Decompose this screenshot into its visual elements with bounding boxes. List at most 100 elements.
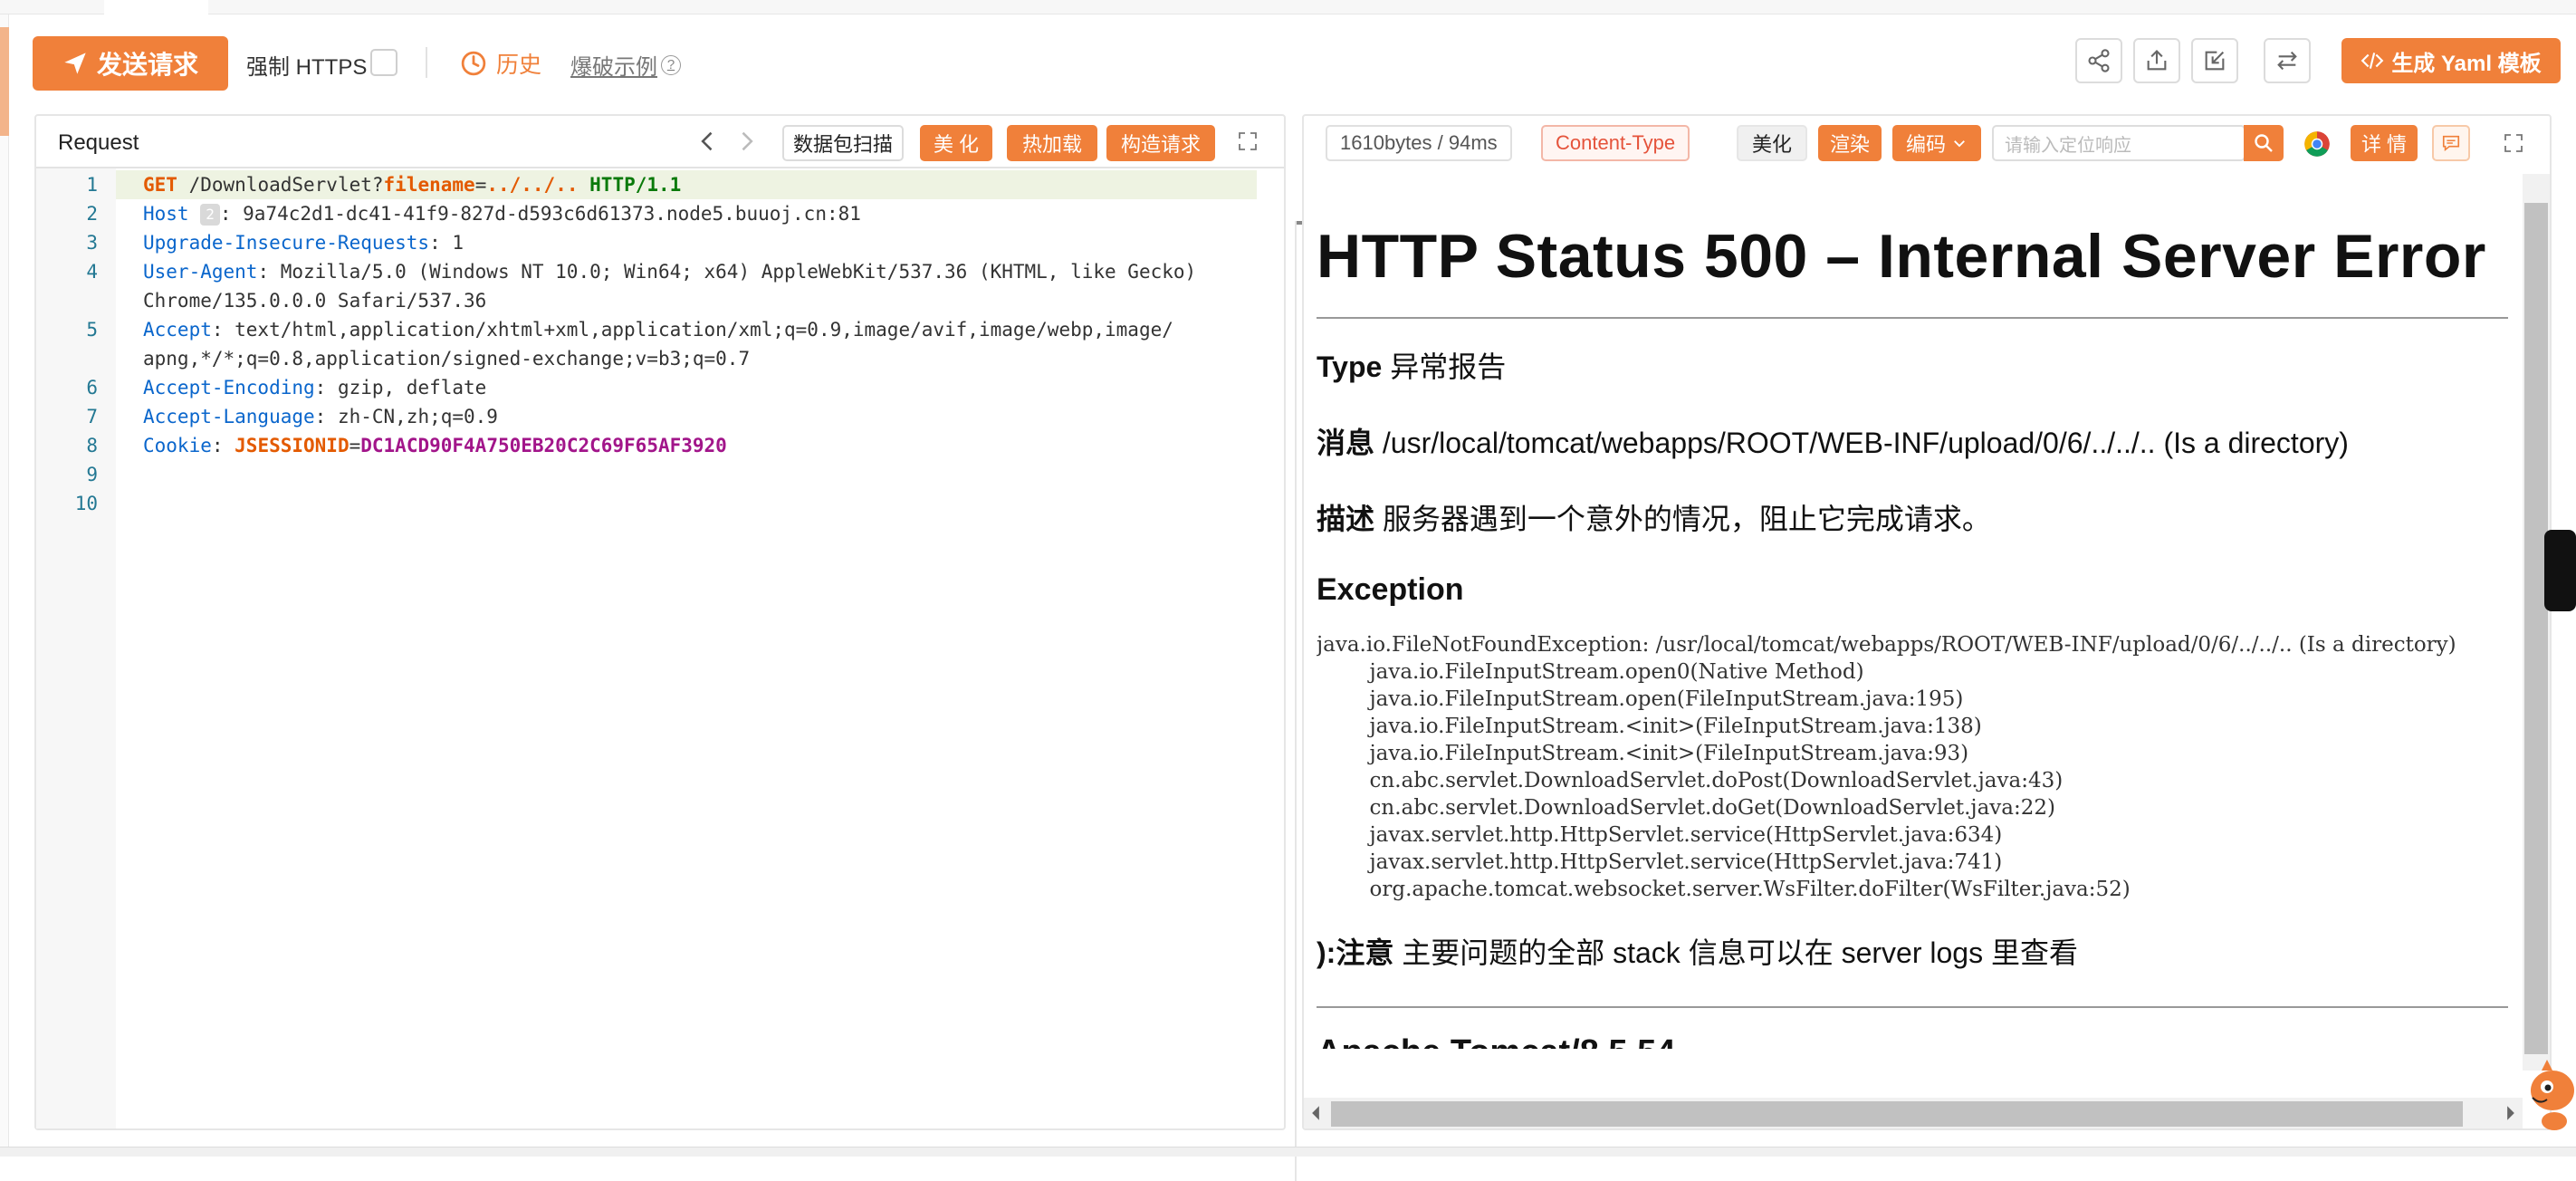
note-row: ):注意 主要问题的全部 stack 信息可以在 server logs 里查看: [1317, 930, 2521, 972]
render-button[interactable]: 渲染: [1818, 125, 1882, 161]
request-panel: Request 数据包扫描 美 化 热加载 构造请求 1 2 3 4 5 6 7…: [34, 114, 1320, 1181]
horizontal-scrollbar-thumb[interactable]: [1331, 1101, 2463, 1127]
response-panel: 1610bytes / 94ms Content-Type 美化 渲染 编码 请…: [1302, 114, 2552, 1130]
header-key: Accept-Language: [143, 406, 315, 427]
message-value: /usr/local/tomcat/webapps/ROOT/WEB-INF/u…: [1374, 427, 2349, 459]
comment-button[interactable]: [2432, 125, 2470, 161]
left-side-strip: [0, 14, 9, 1147]
chevron-left-icon[interactable]: [695, 129, 721, 154]
type-label: Type: [1317, 350, 1383, 383]
mascot-icon[interactable]: [2520, 1051, 2576, 1141]
response-header: 1610bytes / 94ms Content-Type 美化 渲染 编码 请…: [1304, 116, 2550, 170]
description-value: 服务器遇到一个意外的情况，阻止它完成请求。: [1374, 503, 1991, 535]
description-label: 描述: [1317, 503, 1375, 535]
line-number: 9: [86, 464, 98, 485]
server-version: Apache Tomcat/8.5.54: [1317, 1033, 2521, 1049]
header-key: User-Agent: [143, 261, 258, 283]
http-protocol: HTTP/1.1: [589, 174, 682, 196]
side-drawer-handle[interactable]: [2544, 530, 2576, 611]
construct-request-button[interactable]: 构造请求: [1106, 125, 1215, 161]
force-https-checkbox[interactable]: [370, 49, 397, 76]
note-label: ):注意: [1317, 936, 1394, 969]
code-icon: [2361, 53, 2384, 69]
swap-button[interactable]: [2264, 38, 2311, 83]
history-label: 历史: [496, 53, 542, 78]
top-toolbar: 发送请求 强制 HTTPS 历史 爆破示例 ? 生成 Yaml 模板: [9, 14, 2576, 112]
query-param-value: ../../..: [486, 174, 579, 196]
import-button[interactable]: [2191, 38, 2238, 83]
packet-scan-button[interactable]: 数据包扫描: [782, 125, 904, 161]
line-number: 8: [86, 435, 98, 456]
request-title: Request: [58, 130, 139, 155]
cookie-value: DC1ACD90F4A750EB20C2C69F65AF3920: [360, 435, 727, 456]
line-number: 7: [86, 406, 98, 427]
chevron-down-icon: [1954, 140, 1965, 148]
force-https-label: 强制 HTTPS: [246, 55, 368, 80]
generate-yaml-button[interactable]: 生成 Yaml 模板: [2341, 38, 2561, 83]
query-param-name: filename: [383, 174, 475, 196]
paper-plane-icon: [64, 53, 86, 74]
code-line-7: Accept-Language: zh-CN,zh;q=0.9: [143, 402, 498, 431]
expand-icon[interactable]: [1237, 130, 1259, 152]
request-header: Request 数据包扫描 美 化 热加载 构造请求: [36, 116, 1284, 168]
clock-icon: [461, 51, 486, 76]
line-number: 10: [74, 493, 98, 514]
header-value-wrap: apng,*/*;q=0.8,application/signed-exchan…: [143, 348, 751, 370]
query-equals: =: [474, 174, 487, 196]
line-number: 3: [86, 232, 98, 254]
share-icon: [2088, 49, 2110, 72]
header-value: : 9a74c2d1-dc41-41f9-827d-d593c6d61373.n…: [219, 203, 861, 225]
line-number: 4: [86, 261, 98, 283]
code-line-2: Host 2: 9a74c2d1-dc41-41f9-827d-d593c6d6…: [143, 199, 861, 228]
code-line-5: Accept: text/html,application/xhtml+xml,…: [143, 315, 1173, 344]
request-editor[interactable]: 1 2 3 4 5 6 7 8 9 10 GET /DownloadServle…: [36, 168, 1320, 1181]
code-line-4-wrap: Chrome/135.0.0.0 Safari/537.36: [143, 286, 486, 315]
line-number-gutter: 1 2 3 4 5 6 7 8 9 10: [36, 168, 116, 1128]
code-line-3: Upgrade-Insecure-Requests: 1: [143, 228, 464, 257]
send-request-button[interactable]: 发送请求: [33, 36, 228, 91]
code-line-1: GET /DownloadServlet?filename=../../.. H…: [143, 170, 681, 199]
cookie-name: JSESSIONID: [235, 435, 350, 456]
comment-icon: [2442, 135, 2460, 152]
header-value: : Mozilla/5.0 (Windows NT 10.0; Win64; x…: [257, 261, 1197, 283]
share-button[interactable]: [2075, 38, 2122, 83]
scroll-right-icon[interactable]: [2504, 1105, 2517, 1121]
response-beautify-button[interactable]: 美化: [1737, 125, 1807, 161]
editor-scrollbar-track[interactable]: [1295, 221, 1297, 1181]
burst-example-label: 爆破示例: [570, 55, 657, 80]
history-button[interactable]: 历史: [460, 47, 541, 80]
header-key: Cookie: [143, 435, 212, 456]
encode-dropdown[interactable]: 编码: [1892, 125, 1981, 161]
vertical-scrollbar-thumb[interactable]: [2524, 203, 2548, 1054]
repeat-badge: 2: [200, 204, 220, 226]
chrome-icon[interactable]: [2303, 130, 2331, 158]
divider: [1317, 317, 2508, 319]
active-window-tab[interactable]: [104, 0, 208, 14]
header-value: : zh-CN,zh;q=0.9: [314, 406, 498, 427]
left-side-accent: [0, 27, 9, 136]
chevron-right-icon[interactable]: [733, 129, 759, 154]
bottom-status-strip: [0, 1147, 2576, 1157]
expand-icon[interactable]: [2503, 132, 2524, 154]
divider: [1317, 1006, 2508, 1008]
error-title: HTTP Status 500 – Internal Server Error: [1317, 222, 2486, 291]
content-type-badge[interactable]: Content-Type: [1541, 125, 1690, 161]
header-value-wrap: Chrome/135.0.0.0 Safari/537.36: [143, 290, 487, 312]
message-label: 消息: [1317, 427, 1375, 459]
export-button[interactable]: [2133, 38, 2180, 83]
locate-response-input[interactable]: 请输入定位响应: [1992, 125, 2246, 161]
help-icon[interactable]: ?: [661, 54, 681, 75]
scroll-left-icon[interactable]: [1309, 1105, 1322, 1121]
detail-button[interactable]: 详 情: [2351, 125, 2418, 161]
header-key: Host: [143, 203, 189, 225]
request-beautify-button[interactable]: 美 化: [920, 125, 992, 161]
hot-load-button[interactable]: 热加载: [1007, 125, 1097, 161]
cookie-equals: =: [349, 435, 361, 456]
export-icon: [2147, 50, 2167, 71]
burst-example-link[interactable]: 爆破示例 ?: [570, 49, 681, 81]
rendered-response: HTTP Status 500 – Internal Server Error …: [1317, 188, 2521, 1049]
type-row: Type 异常报告: [1317, 344, 2521, 386]
http-method: GET: [143, 174, 177, 196]
search-button[interactable]: [2244, 125, 2284, 161]
type-value: 异常报告: [1382, 350, 1507, 383]
